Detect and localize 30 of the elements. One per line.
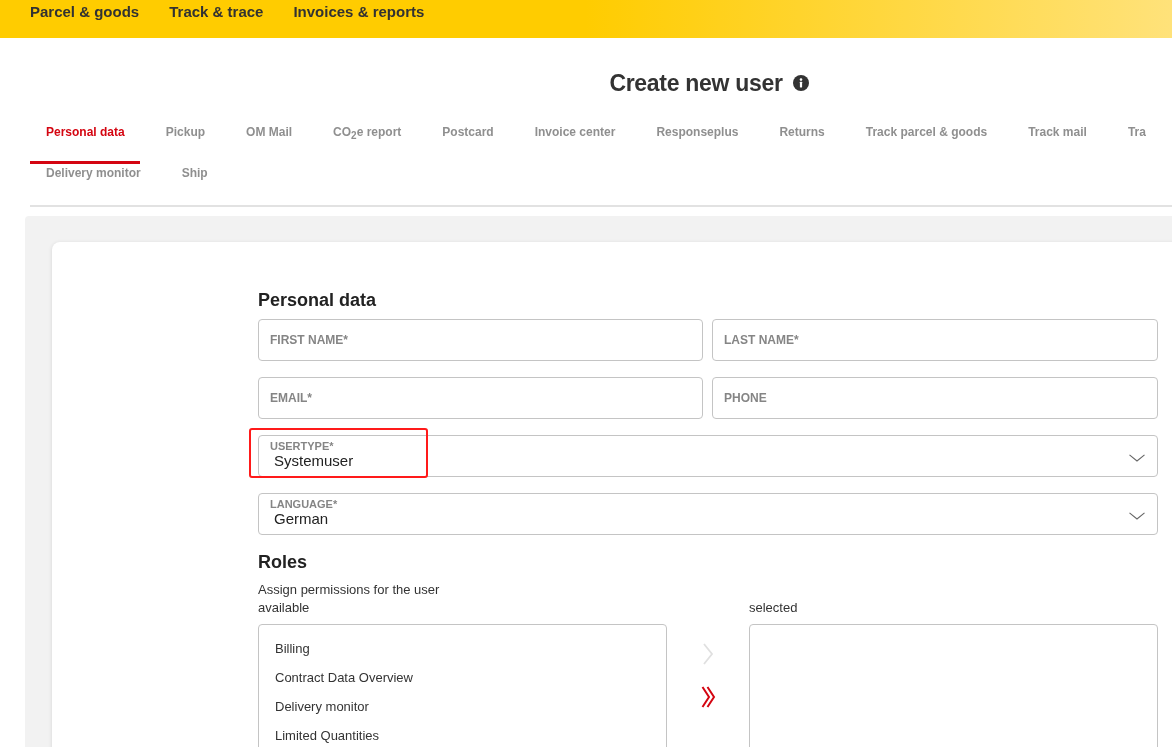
field-label: LANGUAGE* bbox=[270, 498, 338, 510]
text-field[interactable]: EMAIL* bbox=[258, 377, 703, 419]
select-value: Systemuser bbox=[273, 452, 354, 470]
text-field[interactable]: LAST NAME* bbox=[712, 319, 1158, 361]
double-chevron-right-icon bbox=[700, 686, 716, 708]
list-item[interactable]: Contract Data Overview bbox=[275, 663, 666, 692]
field-label: USERTYPE* bbox=[270, 440, 335, 452]
list-item[interactable]: Limited Quantities bbox=[275, 721, 666, 747]
page-title: Create new user bbox=[609, 69, 783, 97]
list-caption: selected bbox=[749, 599, 799, 617]
section-heading: Personal data bbox=[258, 289, 378, 311]
nav-link[interactable]: Parcel & goods bbox=[30, 3, 140, 21]
nav-link[interactable]: Track & trace bbox=[169, 3, 264, 21]
nav-link[interactable]: Invoices & reports bbox=[293, 3, 425, 21]
info-icon[interactable] bbox=[792, 75, 809, 91]
list-item[interactable]: Delivery monitor bbox=[275, 692, 666, 721]
select-value: German bbox=[273, 510, 330, 528]
chevron-down-icon bbox=[1129, 512, 1145, 520]
tab[interactable]: Personal data bbox=[30, 118, 140, 164]
select-field[interactable]: LANGUAGE* German bbox=[258, 493, 1158, 535]
chevron-right-icon bbox=[702, 643, 714, 665]
text-field[interactable]: FIRST NAME* bbox=[258, 319, 703, 361]
section-heading: Roles bbox=[258, 551, 309, 573]
text-field[interactable]: PHONE bbox=[712, 377, 1158, 419]
list-item[interactable]: Billing bbox=[275, 634, 666, 663]
move-all-button[interactable] bbox=[700, 686, 716, 708]
select-field[interactable]: USERTYPE* Systemuser bbox=[258, 435, 1158, 477]
list-caption: available bbox=[258, 599, 311, 617]
chevron-down-icon bbox=[1129, 454, 1145, 462]
description-text: Assign permissions for the user bbox=[258, 581, 441, 599]
